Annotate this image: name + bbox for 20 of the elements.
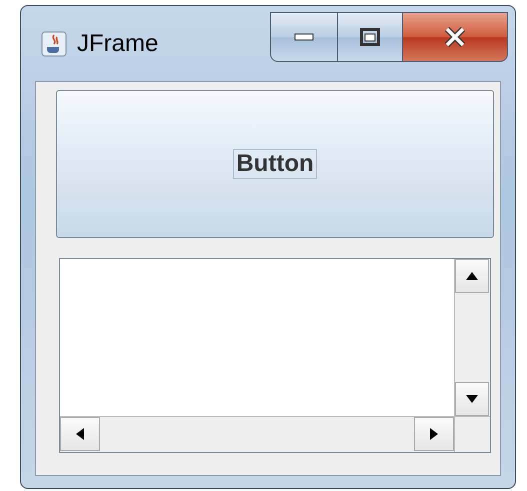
scroll-right-button[interactable]	[414, 417, 454, 451]
scroll-up-button[interactable]	[455, 259, 489, 293]
down-arrow-icon	[466, 395, 478, 403]
vertical-scrollbar[interactable]	[454, 259, 490, 416]
horizontal-scrollbar[interactable]	[60, 416, 454, 452]
maximize-icon	[360, 28, 380, 46]
right-arrow-icon	[430, 428, 438, 440]
minimize-button[interactable]	[270, 12, 338, 62]
minimize-icon	[294, 33, 314, 41]
close-button[interactable]	[403, 12, 508, 62]
scrollbar-corner	[454, 416, 490, 452]
scroll-down-button[interactable]	[455, 382, 489, 416]
app-icon	[41, 31, 67, 57]
close-icon	[444, 27, 466, 47]
main-button[interactable]: Button	[56, 90, 494, 238]
up-arrow-icon	[466, 272, 478, 280]
maximize-button[interactable]	[338, 12, 403, 62]
left-arrow-icon	[76, 428, 84, 440]
scroll-left-button[interactable]	[60, 417, 100, 451]
window-title: JFrame	[77, 30, 158, 58]
